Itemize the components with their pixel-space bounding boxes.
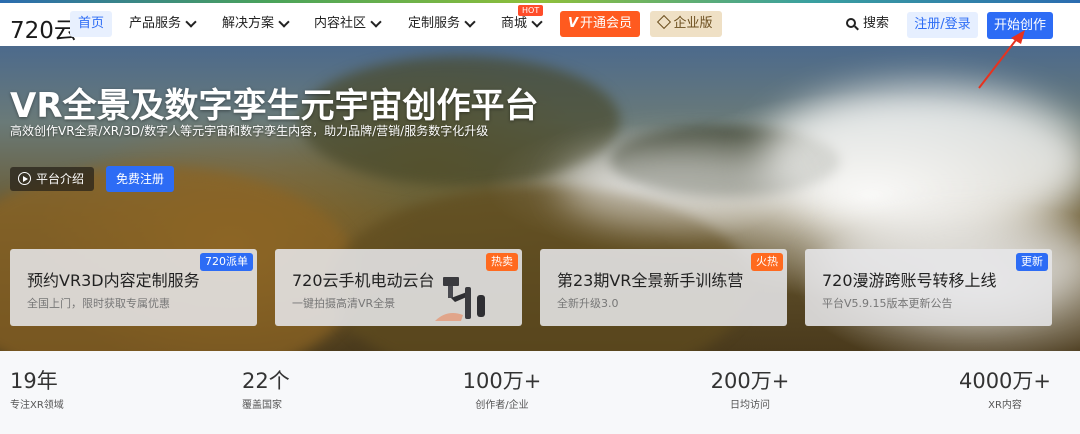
gimbal-product-image xyxy=(435,277,485,321)
stat-creators: 100万+ 创作者/企业 xyxy=(462,365,542,411)
card-title: 720漫游跨账号转移上线 xyxy=(822,271,997,290)
stat-label: 专注XR领域 xyxy=(10,400,64,411)
cloud-mist xyxy=(560,146,800,226)
search-button[interactable]: 搜索 xyxy=(846,11,889,37)
play-icon xyxy=(18,172,31,185)
nav-community-label: 内容社区 xyxy=(314,16,367,31)
promo-card-training-camp[interactable]: 第23期VR全景新手训练营 全新升级3.0 火热 xyxy=(540,249,787,326)
hero-banner: VR全景及数字孪生元宇宙创作平台 高效创作VR全景/XR/3D/数字人等元宇宙和… xyxy=(0,46,1080,351)
enterprise-button[interactable]: 企业版 xyxy=(650,11,722,37)
enterprise-button-label: 企业版 xyxy=(673,16,713,31)
nav-custom-service[interactable]: 定制服务 xyxy=(408,11,476,37)
site-logo[interactable]: 720云 xyxy=(10,11,77,45)
stat-number: 22个 xyxy=(242,369,290,393)
stats-bar: 19年 专注XR领域 22个 覆盖国家 100万+ 创作者/企业 200万+ 日… xyxy=(0,351,1080,434)
platform-intro-button[interactable]: 平台介绍 xyxy=(10,167,94,191)
card-title: 第23期VR全景新手训练营 xyxy=(557,271,744,290)
hero-title: VR全景及数字孪生元宇宙创作平台 xyxy=(10,86,539,126)
card-description: 平台V5.9.15版本更新公告 xyxy=(822,297,953,310)
card-description: 全国上门，限时获取专属优惠 xyxy=(27,297,170,310)
stat-label: 日均访问 xyxy=(730,400,770,411)
stat-number: 4000万+ xyxy=(958,369,1052,393)
card-description: 全新升级3.0 xyxy=(557,297,619,310)
card-badge: 火热 xyxy=(751,253,783,271)
nav-products-label: 产品服务 xyxy=(129,16,182,31)
search-label: 搜索 xyxy=(863,16,890,31)
platform-intro-label: 平台介绍 xyxy=(36,172,85,186)
vip-button[interactable]: V 开通会员 xyxy=(560,11,640,37)
search-icon xyxy=(846,18,856,28)
annotation-arrow-icon xyxy=(978,30,1025,89)
nav-community[interactable]: 内容社区 xyxy=(314,11,382,37)
nav-solutions-label: 解决方案 xyxy=(222,16,275,31)
chevron-down-icon xyxy=(278,16,290,28)
card-title: 预约VR3D内容定制服务 xyxy=(27,271,200,290)
card-badge: 热卖 xyxy=(486,253,518,271)
vip-icon: V xyxy=(567,16,579,31)
promo-card-update[interactable]: 720漫游跨账号转移上线 平台V5.9.15版本更新公告 更新 xyxy=(805,249,1052,326)
chevron-down-icon xyxy=(185,16,197,28)
hot-badge: HOT xyxy=(518,5,544,16)
card-title: 720云手机电动云台 xyxy=(292,271,435,290)
login-register-button[interactable]: 注册/登录 xyxy=(907,12,978,38)
nav-home[interactable]: 首页 xyxy=(70,11,112,37)
stat-years: 19年 专注XR领域 xyxy=(10,365,64,411)
stat-label: 覆盖国家 xyxy=(242,400,282,411)
hero-subtitle: 高效创作VR全景/XR/3D/数字人等元宇宙和数字孪生内容，助力品牌/营销/服务… xyxy=(10,124,489,138)
card-badge: 720派单 xyxy=(200,253,253,271)
nav-custom-service-label: 定制服务 xyxy=(408,16,461,31)
stat-daily-visits: 200万+ 日均访问 xyxy=(710,365,790,411)
top-navigation: 720云 首页 产品服务 解决方案 内容社区 定制服务 商城 HOT V 开通会员… xyxy=(0,3,1080,46)
vip-button-label: 开通会员 xyxy=(580,16,633,31)
stat-number: 200万+ xyxy=(710,369,790,393)
free-register-button[interactable]: 免费注册 xyxy=(106,166,174,192)
card-badge: 更新 xyxy=(1016,253,1048,271)
cloud-mist xyxy=(760,86,1080,236)
stat-xr-content: 4000万+ XR内容 xyxy=(955,365,1055,411)
stat-label: XR内容 xyxy=(988,400,1022,411)
stat-number: 19年 xyxy=(10,369,58,393)
chevron-down-icon xyxy=(464,16,476,28)
diamond-icon xyxy=(657,14,672,30)
stat-countries: 22个 覆盖国家 xyxy=(242,365,290,411)
promo-card-gimbal[interactable]: 720云手机电动云台 一键拍摄高清VR全景 热卖 xyxy=(275,249,522,326)
stat-label: 创作者/企业 xyxy=(475,400,529,411)
chevron-down-icon xyxy=(531,16,543,28)
nav-solutions[interactable]: 解决方案 xyxy=(222,11,290,37)
card-description: 一键拍摄高清VR全景 xyxy=(292,297,396,310)
chevron-down-icon xyxy=(370,16,382,28)
stat-number: 100万+ xyxy=(462,369,542,393)
promo-card-custom-service[interactable]: 预约VR3D内容定制服务 全国上门，限时获取专属优惠 720派单 xyxy=(10,249,257,326)
nav-products[interactable]: 产品服务 xyxy=(129,11,197,37)
